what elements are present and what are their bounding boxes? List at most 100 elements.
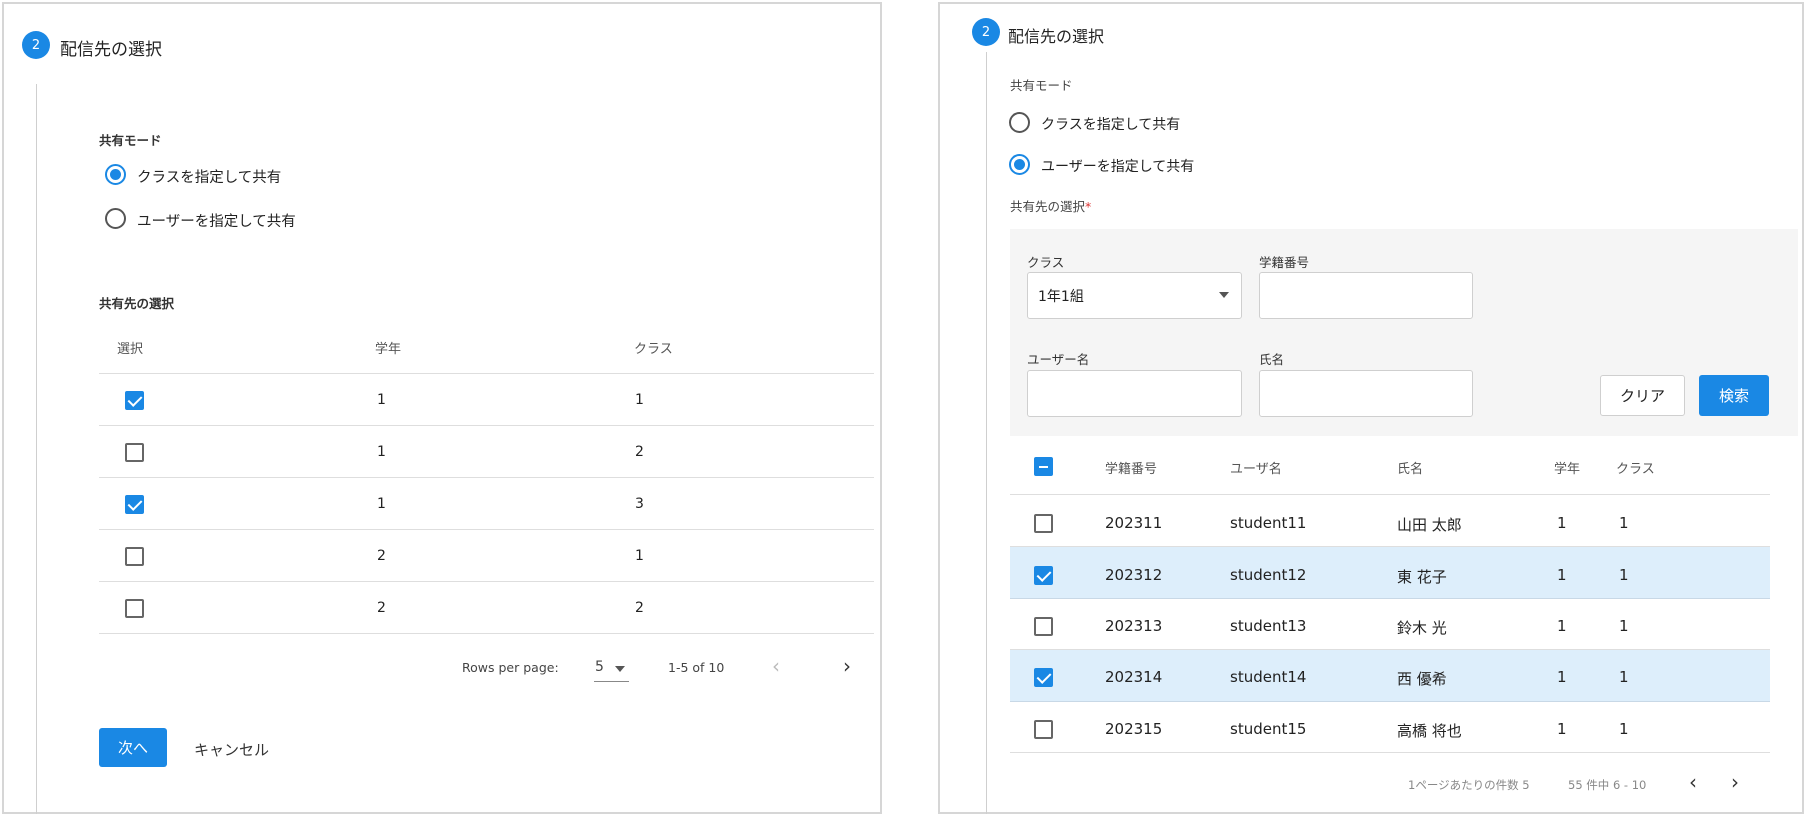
username-cell: student12 bbox=[1230, 566, 1307, 584]
name-cell: 東 花子 bbox=[1397, 568, 1447, 586]
class-select[interactable]: 1年1組 bbox=[1027, 272, 1242, 319]
username-cell: student11 bbox=[1230, 514, 1307, 532]
grade-cell: 1 bbox=[377, 496, 386, 512]
username-cell: student13 bbox=[1230, 617, 1307, 635]
student-no-cell: 202313 bbox=[1105, 617, 1163, 635]
grade-cell: 1 bbox=[1557, 617, 1567, 635]
col-header-grade: 学年 bbox=[375, 342, 402, 357]
row-checkbox[interactable] bbox=[1034, 668, 1053, 687]
share-target-label: 共有先の選択 bbox=[99, 296, 175, 311]
class-share-panel: 2 配信先の選択 共有モード クラスを指定して共有 ユーザーを指定して共有 共有… bbox=[2, 2, 882, 814]
col-header-name: 氏名 bbox=[1397, 462, 1424, 477]
row-checkbox[interactable] bbox=[125, 391, 144, 410]
caret-down-icon[interactable] bbox=[1219, 292, 1229, 298]
name-input[interactable] bbox=[1259, 370, 1473, 417]
radio-user-share[interactable] bbox=[1009, 154, 1030, 175]
radio-user-share-label[interactable]: ユーザーを指定して共有 bbox=[1041, 156, 1194, 176]
step-number-badge: 2 bbox=[972, 18, 1000, 46]
caret-down-icon[interactable] bbox=[615, 666, 625, 672]
class-cell: 1 bbox=[1619, 514, 1629, 532]
class-cell: 1 bbox=[635, 392, 644, 408]
student-no-cell: 202314 bbox=[1105, 668, 1163, 686]
row-checkbox[interactable] bbox=[125, 495, 144, 514]
search-filter-box: クラス 1年1組 学籍番号 ユーザー名 氏名 クリア 検索 bbox=[1010, 229, 1798, 436]
student-no-cell: 202315 bbox=[1105, 720, 1163, 738]
step-number-badge: 2 bbox=[22, 31, 50, 59]
radio-class-share-label[interactable]: クラスを指定して共有 bbox=[1041, 114, 1180, 134]
table-divider bbox=[1010, 752, 1770, 753]
chevron-right-icon[interactable]: › bbox=[843, 654, 851, 678]
table-divider bbox=[1010, 494, 1770, 495]
table-divider bbox=[99, 633, 874, 634]
student-no-cell: 202312 bbox=[1105, 566, 1163, 584]
name-cell: 鈴木 光 bbox=[1397, 619, 1447, 637]
grade-cell: 1 bbox=[1557, 720, 1567, 738]
row-checkbox[interactable] bbox=[125, 443, 144, 462]
required-mark: * bbox=[1085, 199, 1092, 214]
chevron-right-icon[interactable]: › bbox=[1731, 770, 1739, 794]
class-cell: 3 bbox=[635, 496, 644, 512]
step-connector-line bbox=[986, 52, 987, 814]
grade-cell: 2 bbox=[377, 548, 386, 564]
class-cell: 1 bbox=[1619, 617, 1629, 635]
row-checkbox[interactable] bbox=[1034, 617, 1053, 636]
class-cell: 1 bbox=[1619, 720, 1629, 738]
cancel-button[interactable]: キャンセル bbox=[194, 739, 269, 760]
grade-cell: 1 bbox=[377, 444, 386, 460]
student-no-cell: 202311 bbox=[1105, 514, 1163, 532]
chevron-left-icon[interactable]: ‹ bbox=[1689, 770, 1697, 794]
step-title: 配信先の選択 bbox=[1008, 27, 1105, 46]
name-cell: 山田 太郎 bbox=[1397, 516, 1462, 534]
name-cell: 西 優希 bbox=[1397, 670, 1447, 688]
student-no-input[interactable] bbox=[1259, 272, 1473, 319]
class-cell: 1 bbox=[1619, 566, 1629, 584]
table-divider bbox=[99, 425, 874, 426]
row-checkbox[interactable] bbox=[1034, 566, 1053, 585]
radio-user-share[interactable] bbox=[105, 208, 126, 229]
search-button[interactable]: 検索 bbox=[1699, 375, 1769, 416]
step-title: 配信先の選択 bbox=[60, 40, 162, 60]
select-all-checkbox[interactable] bbox=[1034, 457, 1053, 476]
name-label: 氏名 bbox=[1259, 352, 1285, 367]
row-checkbox[interactable] bbox=[1034, 514, 1053, 533]
grade-cell: 1 bbox=[377, 392, 386, 408]
chevron-left-icon[interactable]: ‹ bbox=[772, 654, 780, 678]
row-checkbox[interactable] bbox=[125, 547, 144, 566]
student-no-label: 学籍番号 bbox=[1259, 255, 1310, 270]
radio-class-share-label[interactable]: クラスを指定して共有 bbox=[137, 166, 281, 187]
share-mode-label: 共有モード bbox=[99, 133, 162, 148]
username-cell: student15 bbox=[1230, 720, 1307, 738]
rows-per-page-value[interactable]: 5 bbox=[595, 659, 604, 675]
col-header-class: クラス bbox=[634, 342, 673, 357]
table-divider bbox=[99, 373, 874, 374]
page-range: 1-5 of 10 bbox=[668, 660, 725, 675]
clear-button[interactable]: クリア bbox=[1600, 375, 1685, 416]
col-header-grade: 学年 bbox=[1554, 462, 1581, 477]
class-cell: 2 bbox=[635, 600, 644, 616]
username-label: ユーザー名 bbox=[1027, 352, 1090, 367]
table-divider bbox=[1010, 598, 1770, 599]
grade-cell: 1 bbox=[1557, 668, 1567, 686]
class-cell: 1 bbox=[1619, 668, 1629, 686]
class-select-value: 1年1組 bbox=[1038, 288, 1084, 305]
radio-class-share[interactable] bbox=[105, 164, 126, 185]
share-target-text: 共有先の選択 bbox=[1010, 199, 1086, 214]
col-header-username: ユーザ名 bbox=[1230, 462, 1282, 477]
row-checkbox[interactable] bbox=[1034, 720, 1053, 739]
share-target-label: 共有先の選択* bbox=[1010, 196, 1091, 215]
col-header-class: クラス bbox=[1616, 462, 1655, 477]
user-share-panel: 2 配信先の選択 共有モード クラスを指定して共有 ユーザーを指定して共有 共有… bbox=[938, 2, 1804, 814]
radio-class-share[interactable] bbox=[1009, 112, 1030, 133]
grade-cell: 1 bbox=[1557, 566, 1567, 584]
username-input[interactable] bbox=[1027, 370, 1242, 417]
radio-user-share-label[interactable]: ユーザーを指定して共有 bbox=[137, 210, 296, 231]
class-cell: 1 bbox=[635, 548, 644, 564]
rows-per-page-label: Rows per page: bbox=[462, 660, 559, 675]
class-cell: 2 bbox=[635, 444, 644, 460]
grade-cell: 2 bbox=[377, 600, 386, 616]
row-checkbox[interactable] bbox=[125, 599, 144, 618]
next-button[interactable]: 次へ bbox=[99, 728, 167, 767]
table-divider bbox=[99, 529, 874, 530]
table-divider bbox=[99, 581, 874, 582]
step-connector-line bbox=[36, 84, 37, 814]
